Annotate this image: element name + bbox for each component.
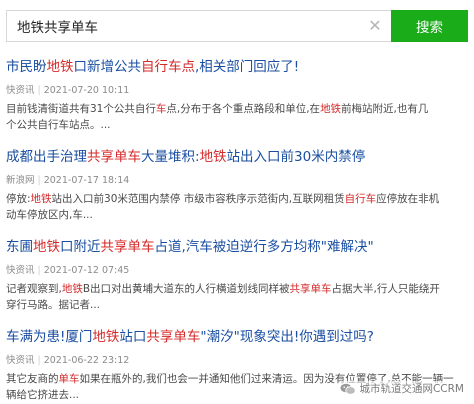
search-button[interactable]: 搜索 (391, 10, 468, 42)
text-segment: 站口 (119, 329, 147, 345)
keyword-highlight: 地铁 (199, 149, 227, 165)
keyword-highlight: 共享单车 (146, 329, 201, 345)
result-title-link[interactable]: 车满为患!厦门地铁站口共享单车"潮汐"现象突出!你遇到过吗? (6, 328, 468, 346)
result-snippet: 停放:地铁站出入口前30米范围内禁停 市级市容秩序示范街内,互联网租赁自行车应停… (6, 191, 446, 223)
keyword-highlight: 共享单车 (100, 239, 155, 255)
keyword-highlight: 自行车点 (141, 59, 195, 75)
result-date: 2021-07-20 10:11 (43, 85, 130, 96)
result-date: 2021-07-17 18:14 (43, 175, 130, 186)
meta-divider: | (37, 265, 41, 276)
result-date: 2021-06-22 23:12 (43, 355, 130, 366)
meta-divider: | (37, 85, 41, 96)
result-meta: 快资讯 | 2021-06-22 23:12 (6, 355, 468, 367)
result-title-link[interactable]: 市民盼地铁口新增公共自行车点,相关部门回应了! (6, 58, 468, 76)
result-title-link[interactable]: 成都出手治理共享单车大量堆积:地铁站出入口前30米内禁停 (6, 148, 468, 166)
result-item: 东圃地铁口附近共享单车占道,汽车被迫逆行多方均称"难解决" 快资讯 | 2021-0… (6, 238, 468, 313)
keyword-highlight: 地铁 (30, 193, 52, 205)
keyword-highlight: 共享单车 (87, 149, 141, 165)
text-segment: 车满为患!厦门 (6, 329, 93, 345)
text-segment: B出口对出黄埔大道东的人行横道划线同样被 (82, 283, 290, 295)
text-segment: 口附近 (60, 239, 101, 255)
text-segment: "潮汐"现象突出!你遇到过吗? (200, 329, 374, 345)
text-segment: 占道,汽车被迫逆行多方均称"难解决" (154, 239, 374, 255)
keyword-highlight: 共享单车 (289, 283, 332, 295)
wechat-icon (340, 383, 357, 395)
text-segment: 站出入口前30米内禁停 (226, 149, 366, 165)
meta-divider: | (37, 175, 41, 186)
watermark-text: 城市轨道交通网CCRM (359, 383, 464, 395)
search-box[interactable]: ✕ (6, 10, 391, 42)
text-segment: 记者观察到, (6, 283, 62, 295)
text-segment: 成都出手治理 (6, 149, 87, 165)
meta-divider: | (37, 355, 41, 366)
result-title-link[interactable]: 东圃地铁口附近共享单车占道,汽车被迫逆行多方均称"难解决" (6, 238, 468, 256)
result-source: 快资讯 (6, 85, 35, 96)
result-meta: 快资讯 | 2021-07-20 10:11 (6, 85, 468, 97)
keyword-highlight: 自行车 (344, 193, 377, 205)
text-segment: 停放: (6, 193, 31, 205)
result-source: 快资讯 (6, 265, 35, 276)
keyword-highlight: 地铁 (46, 59, 74, 75)
keyword-highlight: 地铁 (61, 283, 83, 295)
text-segment: ,相关部门回应了! (195, 59, 300, 75)
result-date: 2021-07-12 07:45 (43, 265, 130, 276)
text-segment: 点,分布于各个重点路段和单位,在 (166, 103, 321, 115)
text-segment: 其它友商的 (6, 373, 59, 385)
keyword-highlight: 单车 (58, 373, 80, 385)
text-segment: 市民盼 (6, 59, 47, 75)
result-item: 市民盼地铁口新增公共自行车点,相关部门回应了! 快资讯 | 2021-07-20 1… (6, 58, 468, 133)
result-meta: 新浪网 | 2021-07-17 18:14 (6, 175, 468, 187)
watermark: 城市轨道交通网CCRM (340, 381, 464, 396)
result-snippet: 目前钱清街道共有31个公共自行车点,分布于各个重点路段和单位,在地铁前梅站附近,… (6, 101, 436, 133)
keyword-highlight: 车 (155, 103, 167, 115)
search-bar: ✕ 搜索 (6, 10, 468, 42)
results-list: 市民盼地铁口新增公共自行车点,相关部门回应了! 快资讯 | 2021-07-20 1… (6, 58, 468, 404)
text-segment: 站出入口前30米范围内禁停 市级市容秩序示范街内,互联网租赁 (51, 193, 345, 205)
text-segment: 口新增公共 (73, 59, 142, 75)
keyword-highlight: 地铁 (33, 239, 60, 255)
text-segment: 东圃 (6, 239, 33, 255)
result-meta: 快资讯 | 2021-07-12 07:45 (6, 265, 468, 277)
search-input[interactable] (17, 18, 347, 34)
keyword-highlight: 地铁 (92, 329, 120, 345)
result-snippet: 记者观察到,地铁B出口对出黄埔大道东的人行横道划线同样被共享单车占据大半,行人只… (6, 281, 446, 313)
result-source: 新浪网 (6, 175, 35, 186)
result-item: 成都出手治理共享单车大量堆积:地铁站出入口前30米内禁停 新浪网 | 2021-07… (6, 148, 468, 223)
text-segment: 目前钱清街道共有31个公共自行 (6, 103, 156, 115)
result-source: 快资讯 (6, 355, 35, 366)
text-segment: 大量堆积: (141, 149, 200, 165)
close-icon[interactable]: ✕ (367, 18, 383, 34)
keyword-highlight: 地铁 (320, 103, 342, 115)
